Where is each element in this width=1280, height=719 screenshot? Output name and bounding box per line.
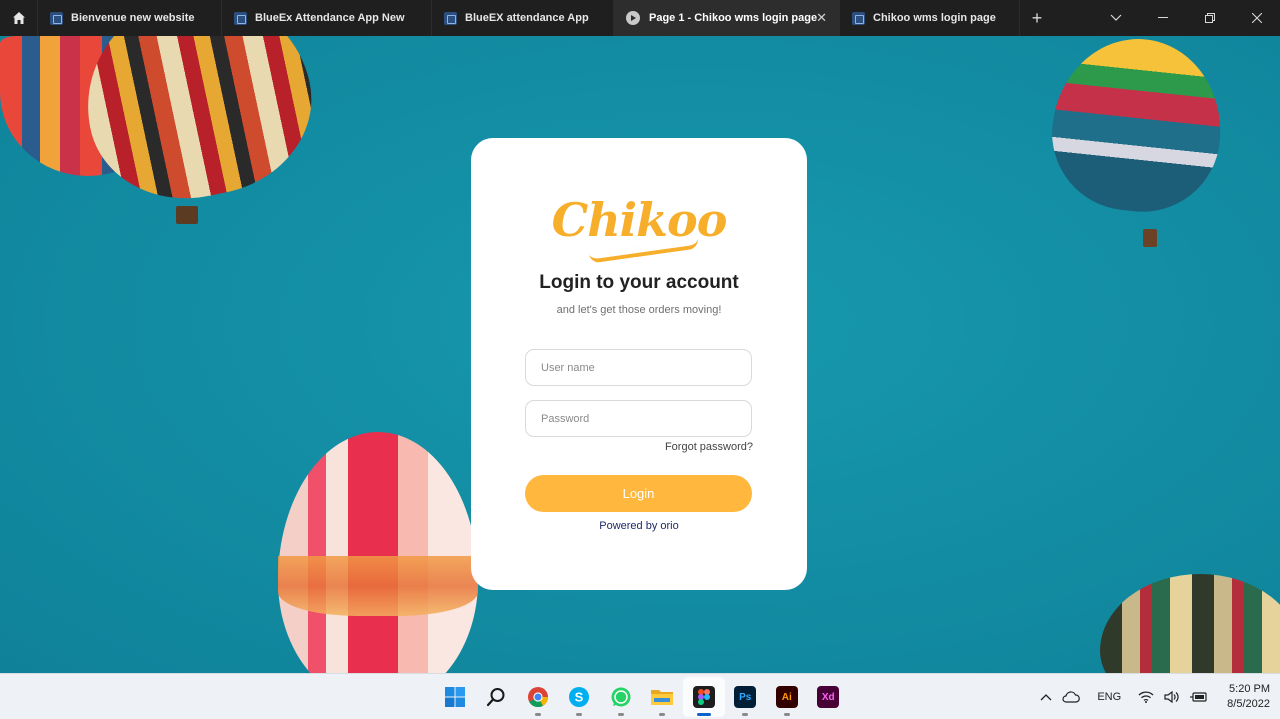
tab-chikoo-wms-login-page[interactable]: Chikoo wms login page [840, 0, 1020, 36]
chrome-icon [527, 687, 548, 708]
photoshop-taskbar-button[interactable]: Ps [725, 677, 767, 717]
minimize-icon [1157, 17, 1168, 18]
tab-blueex-attendance-app[interactable]: BlueEX attendance App [432, 0, 614, 36]
chikoo-logo: Chikoo [551, 193, 728, 247]
wifi-icon [1138, 691, 1154, 703]
hot-air-balloon-image [67, 36, 329, 218]
clock[interactable]: 5:20 PM 8/5/2022 [1213, 682, 1280, 712]
hot-air-balloon-image [1044, 36, 1230, 220]
running-indicator [783, 713, 790, 716]
running-indicator [576, 713, 583, 716]
forgot-password-link[interactable]: Forgot password? [665, 441, 753, 453]
running-indicator [534, 713, 541, 716]
restore-button[interactable] [1186, 0, 1233, 36]
new-tab-button[interactable]: + [1020, 0, 1054, 36]
home-icon [12, 12, 25, 24]
figma-file-icon [50, 11, 63, 25]
illustrator-taskbar-button[interactable]: Ai [766, 677, 808, 717]
volume-button[interactable] [1159, 691, 1185, 703]
login-title: Login to your account [539, 272, 739, 293]
onedrive-button[interactable] [1057, 691, 1085, 703]
tab-label: Page 1 - Chikoo wms login page [649, 12, 818, 24]
speaker-icon [1164, 691, 1179, 703]
tab-bienvenue-new-website[interactable]: Bienvenue new website [38, 0, 222, 36]
clock-time: 5:20 PM [1229, 683, 1270, 695]
close-icon [1251, 13, 1262, 23]
close-window-button[interactable] [1233, 0, 1280, 36]
tab-bar: Bienvenue new website BlueEx Attendance … [0, 0, 1280, 36]
login-button[interactable]: Login [525, 475, 752, 512]
xd-icon: Xd [817, 686, 840, 708]
illustrator-icon: Ai [775, 686, 798, 708]
login-subtitle: and let's get those orders moving! [556, 304, 722, 316]
cloud-icon [1062, 691, 1081, 703]
plus-icon: + [1031, 7, 1043, 28]
prototype-play-icon [626, 11, 640, 25]
tab-page-1-chikoo-wms-login-page[interactable]: Page 1 - Chikoo wms login page ✕ [614, 0, 840, 36]
hot-air-balloon-image [1100, 574, 1280, 673]
close-tab-icon[interactable]: ✕ [816, 10, 827, 26]
language-indicator[interactable]: ENG [1085, 691, 1133, 703]
figma-file-icon [234, 11, 247, 25]
tab-list-button[interactable] [1092, 0, 1139, 36]
wifi-button[interactable] [1133, 691, 1159, 703]
prototype-canvas: Chikoo Login to your account and let's g… [0, 36, 1280, 673]
search-button[interactable] [476, 677, 518, 717]
tab-label: Bienvenue new website [71, 12, 195, 24]
skype-icon: S [569, 687, 590, 707]
tab-label: Chikoo wms login page [873, 12, 996, 24]
tab-label: BlueEX attendance App [465, 12, 589, 24]
taskbar: S Ps Ai Xd ENG 5:20 PM 8/5/2022 [0, 673, 1280, 719]
whatsapp-taskbar-button[interactable] [600, 677, 642, 717]
tab-blueex-attendance-app-new[interactable]: BlueEx Attendance App New [222, 0, 432, 36]
tab-label: BlueEx Attendance App New [255, 12, 405, 24]
tab-bar-spacer [1054, 0, 1092, 36]
password-input[interactable] [525, 400, 752, 437]
whatsapp-icon [611, 687, 631, 707]
folder-icon [651, 690, 674, 705]
file-explorer-taskbar-button[interactable] [642, 677, 684, 717]
balloon-band-image [278, 556, 478, 616]
photoshop-icon: Ps [734, 686, 757, 708]
system-tray: ENG 5:20 PM 8/5/2022 [1035, 674, 1280, 719]
clock-date: 8/5/2022 [1227, 698, 1270, 710]
figma-file-icon [852, 11, 865, 25]
show-hidden-icons-button[interactable] [1035, 693, 1057, 701]
start-button[interactable] [434, 677, 476, 717]
battery-button[interactable] [1185, 691, 1213, 703]
login-card: Chikoo Login to your account and let's g… [471, 138, 807, 590]
running-indicator [659, 713, 666, 716]
balloon-basket-image [1143, 229, 1157, 247]
balloon-basket-image [176, 206, 198, 224]
search-icon [487, 688, 505, 707]
chevron-down-icon [1110, 14, 1121, 21]
battery-icon [1190, 692, 1207, 702]
svg-text:S: S [575, 690, 584, 705]
windows-icon [444, 687, 465, 707]
figma-file-icon [444, 11, 457, 25]
skype-taskbar-button[interactable]: S [559, 677, 601, 717]
hot-air-balloon-image [278, 432, 478, 673]
chevron-up-icon [1040, 694, 1052, 701]
running-indicator [617, 713, 624, 716]
running-indicator [742, 713, 749, 716]
active-indicator [696, 713, 711, 716]
home-button[interactable] [0, 0, 38, 36]
xd-taskbar-button[interactable]: Xd [808, 677, 850, 717]
username-input[interactable] [525, 349, 752, 386]
powered-by-text: Powered by orio [599, 520, 679, 532]
taskbar-apps: S Ps Ai Xd [434, 674, 849, 719]
minimize-button[interactable] [1139, 0, 1186, 36]
figma-taskbar-button[interactable] [683, 677, 725, 717]
chrome-taskbar-button[interactable] [517, 677, 559, 717]
restore-icon [1204, 13, 1215, 23]
figma-icon [692, 686, 715, 708]
